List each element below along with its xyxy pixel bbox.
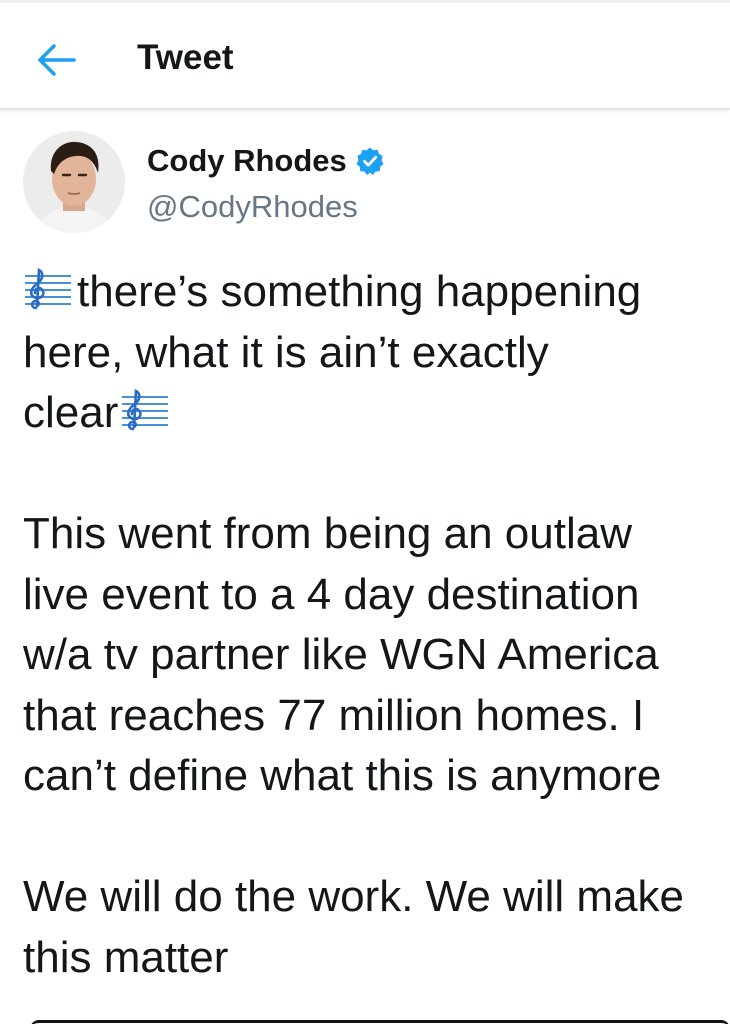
verified-badge-icon [356,147,384,175]
tweet-text: there’s something happening here, what i… [23,262,730,988]
tweet-line-text: clear [23,388,119,437]
tweet-line: this matter [23,932,229,982]
tweet-line: can’t define what this is anymore [23,751,662,800]
tweet-line: there’s something happening [23,262,730,323]
author-handle[interactable]: @CodyRhodes [147,187,358,227]
status-edge [0,0,730,3]
page-title: Tweet [137,38,234,77]
musical-score-icon [24,267,72,310]
back-button[interactable] [30,36,82,84]
arrow-left-icon [38,44,76,76]
tweet-line: This went from being an outlaw [23,509,632,558]
tweet-line: We will do the work. We will make [23,872,685,921]
tweet-line: clear [23,383,730,444]
tweet-line: here, what it is ain’t exactly [23,327,549,377]
musical-score-icon [121,388,170,431]
author-display-name: Cody Rhodes [147,143,347,178]
media-card-edge [30,1020,730,1024]
author-name-row[interactable]: Cody Rhodes [147,141,385,181]
profile-photo [23,131,125,233]
tweet-line-text: there’s something happening [77,267,642,316]
tweet-line: that reaches 77 million homes. I [23,690,645,740]
avatar[interactable] [23,131,125,233]
tweet-line: w/a tv partner like WGN America [23,630,659,679]
tweet-line: live event to a 4 day destination [23,569,640,619]
top-app-bar: Tweet [0,0,730,110]
